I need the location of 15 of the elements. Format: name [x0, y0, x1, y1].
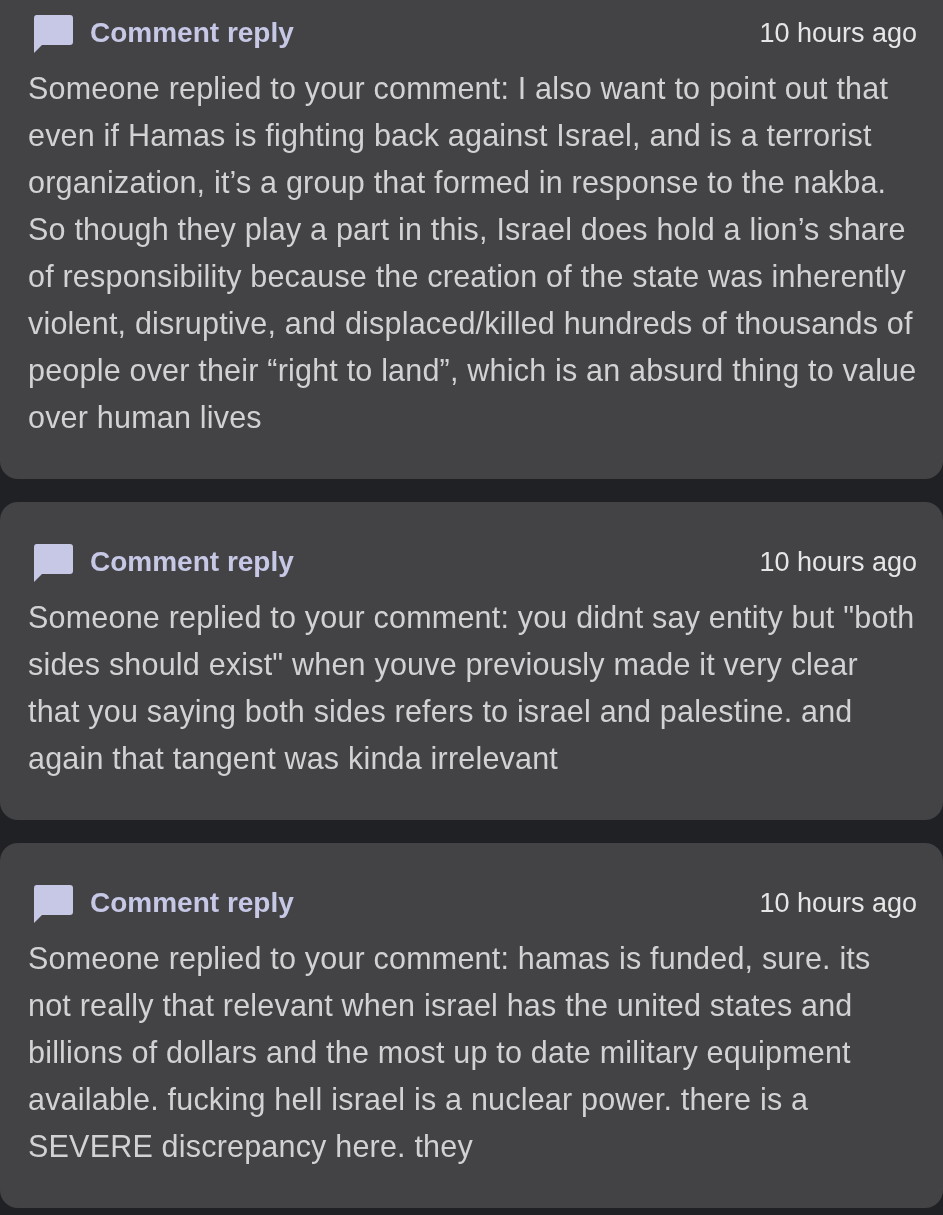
notification-card[interactable] — [0, 843, 943, 1208]
notification-text: Someone replied to your comment: hamas is funded, sure. its not really that relevant when israel has the united states and billions of dollars and the most up to date military equipment available. fucking hell israel is a nuclear power. there is a SEVERE discrepancy here. they — [28, 940, 872, 1166]
notification-title: Comment reply — [90, 887, 294, 919]
notification-time: 10 hours ago — [759, 17, 917, 49]
notification-time: 10 hours ago — [759, 546, 917, 578]
notification-text: Someone replied to your comment: you didnt say entity but "both sides should exist" when youve previously made it very clear that you saying both sides refers to israel and palestine. and again that tangent was kinda irrelevant — [28, 599, 916, 778]
notification-title: Comment reply — [90, 17, 294, 49]
notification-title: Comment reply — [90, 546, 294, 578]
chat-bubble-icon — [32, 542, 74, 582]
notification-time: 10 hours ago — [759, 887, 917, 919]
chat-bubble-icon — [32, 13, 74, 53]
notification-card[interactable] — [0, 0, 943, 479]
chat-bubble-icon — [32, 883, 74, 923]
notification-card[interactable] — [0, 502, 943, 820]
notification-text: Someone replied to your comment: I also want to point out that even if Hamas is fighting back against Israel, and is a terrorist organization, it’s a group that formed in response to the nakba. So though they play a part in this, Israel does hold a lion’s share of responsibility because the creation of the state was inherently violent, disruptive, and displaced/killed hundreds of thousands of people over their “right to land”, which is an absurd thing to value over human lives — [28, 70, 917, 436]
